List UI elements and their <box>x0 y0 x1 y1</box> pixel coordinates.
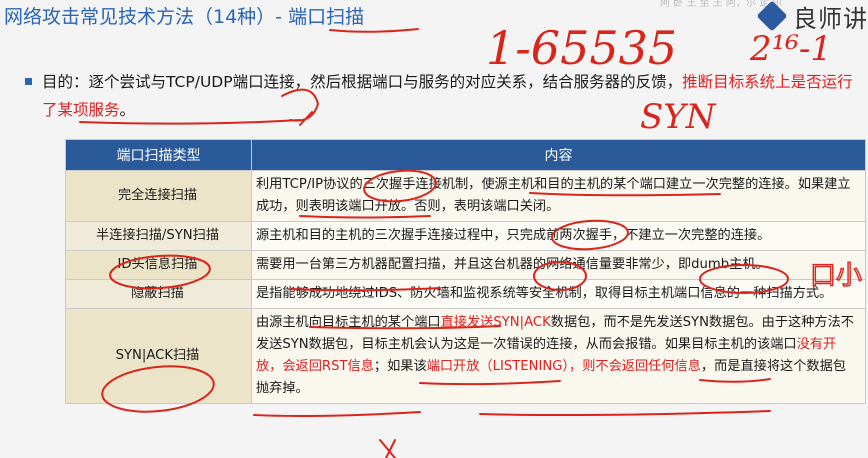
description-text: 利用TCP/IP协议的三次握手连接机制，使源主机和目的主机的某个端口建立一次完整… <box>256 177 851 214</box>
description-text: 由源主机向目标主机的某个端口 <box>256 315 441 330</box>
title-topic: 端口扫描 <box>288 6 365 28</box>
scan-type-cell: SYN|ACK扫描 <box>65 308 252 404</box>
description-text: 是指能够成功地绕过IDS、防火墙和监视系统等安全机制，取得目标主机端口信息的一种… <box>256 286 833 301</box>
square-bullet-icon <box>25 78 32 85</box>
title-main: 网络攻击常见技术方法（14种）- <box>4 6 289 28</box>
slide: 阿 卧 王 至 王 阿，尔 定 尔 网络攻击常见技术方法（14种）- 端口扫描 … <box>0 0 868 458</box>
description-text: ；如果该 <box>373 359 427 374</box>
table-row: ID头信息扫描 需要用一台第三方机器配置扫描，并且这台机器的网络通信量要非常少，即… <box>65 250 866 280</box>
scan-type-cell: 半连接扫描/SYN扫描 <box>65 221 252 251</box>
bullet-text: 目的：逐个尝试与TCP/UDP端口连接，然后根据端口与服务的对应关系，结合服务器… <box>42 73 683 91</box>
logo-diamond-icon <box>756 0 788 32</box>
scan-description-cell: 需要用一台第三方机器配置扫描，并且这台机器的网络通信量要非常少，即dumb主机。 <box>251 250 866 280</box>
scan-description-cell: 由源主机向目标主机的某个端口直接发送SYN|ACK数据包，而不是先发送SYN数据… <box>251 308 866 404</box>
page-title: 网络攻击常见技术方法（14种）- 端口扫描 <box>4 2 364 29</box>
scan-description-cell: 源主机和目的主机的三次握手连接过程中，只完成前两次握手，不建立一次完整的连接。 <box>251 221 866 251</box>
table-header-row: 端口扫描类型 内容 <box>65 139 866 171</box>
header-content: 内容 <box>251 139 866 171</box>
table-row: 隐蔽扫描 是指能够成功地绕过IDS、防火墙和监视系统等安全机制，取得目标主机端口信… <box>65 279 866 309</box>
table-row: SYN|ACK扫描 由源主机向目标主机的某个端口直接发送SYN|ACK数据包，而不… <box>65 308 866 404</box>
scan-description-cell: 利用TCP/IP协议的三次握手连接机制，使源主机和目的主机的某个端口建立一次完整… <box>251 170 866 222</box>
scan-type-cell: ID头信息扫描 <box>65 250 252 280</box>
table-row: 半连接扫描/SYN扫描 源主机和目的主机的三次握手连接过程中，只完成前两次握手，不… <box>65 221 866 251</box>
header-scan-type: 端口扫描类型 <box>65 139 252 171</box>
port-scan-table: 端口扫描类型 内容 完全连接扫描 利用TCP/IP协议的三次握手连接机制，使源主机… <box>65 139 866 404</box>
bullet-end: 。 <box>119 101 136 119</box>
brand-logo: 良师讲 <box>756 0 868 36</box>
scan-type-cell: 完全连接扫描 <box>65 170 252 222</box>
table-body: 完全连接扫描 利用TCP/IP协议的三次握手连接机制，使源主机和目的主机的某个端口… <box>65 170 866 404</box>
description-highlight: 端口开放（LISTENING），则不会返回任何信息 <box>426 359 701 374</box>
scan-description-cell: 是指能够成功地绕过IDS、防火墙和监视系统等安全机制，取得目标主机端口信息的一种… <box>251 279 866 309</box>
table-row: 完全连接扫描 利用TCP/IP协议的三次握手连接机制，使源主机和目的主机的某个端口… <box>65 170 866 222</box>
description-text: 源主机和目的主机的三次握手连接过程中，只完成前两次握手，不建立一次完整的连接。 <box>256 228 771 243</box>
note-port-range: 1-65535 <box>486 21 677 75</box>
description-highlight: 直接发送SYN|ACK <box>440 315 551 330</box>
scan-type-cell: 隐蔽扫描 <box>65 279 252 309</box>
description-text: 需要用一台第三方机器配置扫描，并且这台机器的网络通信量要非常少，即dumb主机。 <box>256 257 769 272</box>
purpose-bullet: 目的：逐个尝试与TCP/UDP端口连接，然后根据端口与服务的对应关系，结合服务器… <box>25 68 857 124</box>
logo-text: 良师讲 <box>793 4 868 33</box>
